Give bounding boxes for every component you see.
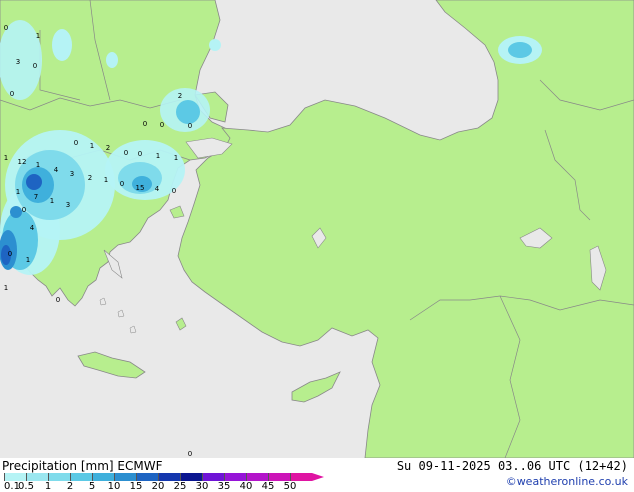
scale-tick-label: 5 [88, 481, 96, 492]
chart-title: Precipitation [mm] ECMWF [2, 459, 162, 473]
scale-tick-label: 1 [44, 481, 52, 492]
scale-tick-label: 0.5 [18, 481, 34, 492]
color-swatch [246, 473, 268, 481]
precip-label: 2 [106, 144, 110, 152]
precip-label: 4 [30, 224, 35, 232]
precip-label: 0 [188, 450, 192, 458]
precip-label: 12 [18, 158, 27, 166]
scale-tick-label: 10 [107, 481, 121, 492]
scale-tick-label: 25 [173, 481, 187, 492]
precip-label: 1 [4, 154, 8, 162]
color-swatch [136, 473, 158, 481]
precip-label: 1 [156, 152, 160, 160]
precip-label: 0 [143, 120, 147, 128]
color-swatch [48, 473, 70, 481]
precip-label: 2 [178, 92, 182, 100]
precip-label: 0 [188, 122, 192, 130]
precip-title-label: Precipitation [mm] [2, 459, 114, 473]
color-swatch [114, 473, 136, 481]
precip-label: 1 [104, 176, 108, 184]
precip-label: 1 [174, 154, 178, 162]
precip-label: 1 [90, 142, 94, 150]
color-swatch [180, 473, 202, 481]
precip-label: 1 [4, 284, 8, 292]
scale-tick-label: 35 [217, 481, 231, 492]
scale-arrow [312, 473, 324, 481]
color-swatch [158, 473, 180, 481]
color-swatch [70, 473, 92, 481]
precip-label: 15 [136, 184, 145, 192]
precip-label: 0 [74, 139, 78, 147]
model-name: ECMWF [117, 459, 163, 473]
precip-label: 1 [36, 161, 40, 169]
precip-label: 0 [172, 187, 176, 195]
color-swatch [268, 473, 290, 481]
precip-label: 0 [124, 149, 128, 157]
precip-label: 4 [54, 166, 59, 174]
precip-label: 0 [10, 90, 14, 98]
precip-label: 1 [26, 256, 30, 264]
color-swatch [26, 473, 48, 481]
color-swatch [92, 473, 114, 481]
precip-label: 1 [50, 197, 54, 205]
color-swatch [224, 473, 246, 481]
precip-label: 3 [66, 201, 70, 209]
precip-label: 0 [120, 180, 124, 188]
color-swatch [4, 473, 26, 481]
valid-datetime: Su 09-11-2025 03..06 UTC (12+42) [396, 459, 628, 473]
precip-label: 0 [8, 250, 12, 258]
precip-label: 7 [34, 193, 38, 201]
precip-label: 0 [33, 62, 37, 70]
precipitation-map: 0 1 3 0 0 2 0 0 0 2 1 0 1 12 1 4 3 2 1 0… [0, 0, 634, 458]
credit-link[interactable]: ©weatheronline.co.uk [506, 475, 628, 489]
scale-tick-label: 45 [261, 481, 275, 492]
scale-tick-label: 20 [151, 481, 165, 492]
precip-label: 3 [70, 170, 74, 178]
precip-label: 4 [155, 185, 160, 193]
precip-label: 3 [16, 58, 20, 66]
scale-tick-label: 30 [195, 481, 209, 492]
precip-label: 0 [160, 121, 164, 129]
scale-tick-label: 15 [129, 481, 143, 492]
color-swatch [202, 473, 224, 481]
scale-tick-label: 50 [283, 481, 297, 492]
precip-label: 0 [56, 296, 60, 304]
color-swatch [290, 473, 312, 481]
precip-label: 2 [88, 174, 92, 182]
precip-label: 0 [22, 206, 26, 214]
color-scale [4, 473, 324, 481]
precip-label: 1 [16, 188, 20, 196]
precip-label: 0 [4, 24, 8, 32]
precip-label: 1 [36, 32, 40, 40]
precip-label: 0 [138, 150, 142, 158]
scale-tick-label: 40 [239, 481, 253, 492]
scale-tick-label: 2 [66, 481, 74, 492]
legend-footer: Precipitation [mm] ECMWF Su 09-11-2025 0… [0, 458, 634, 492]
